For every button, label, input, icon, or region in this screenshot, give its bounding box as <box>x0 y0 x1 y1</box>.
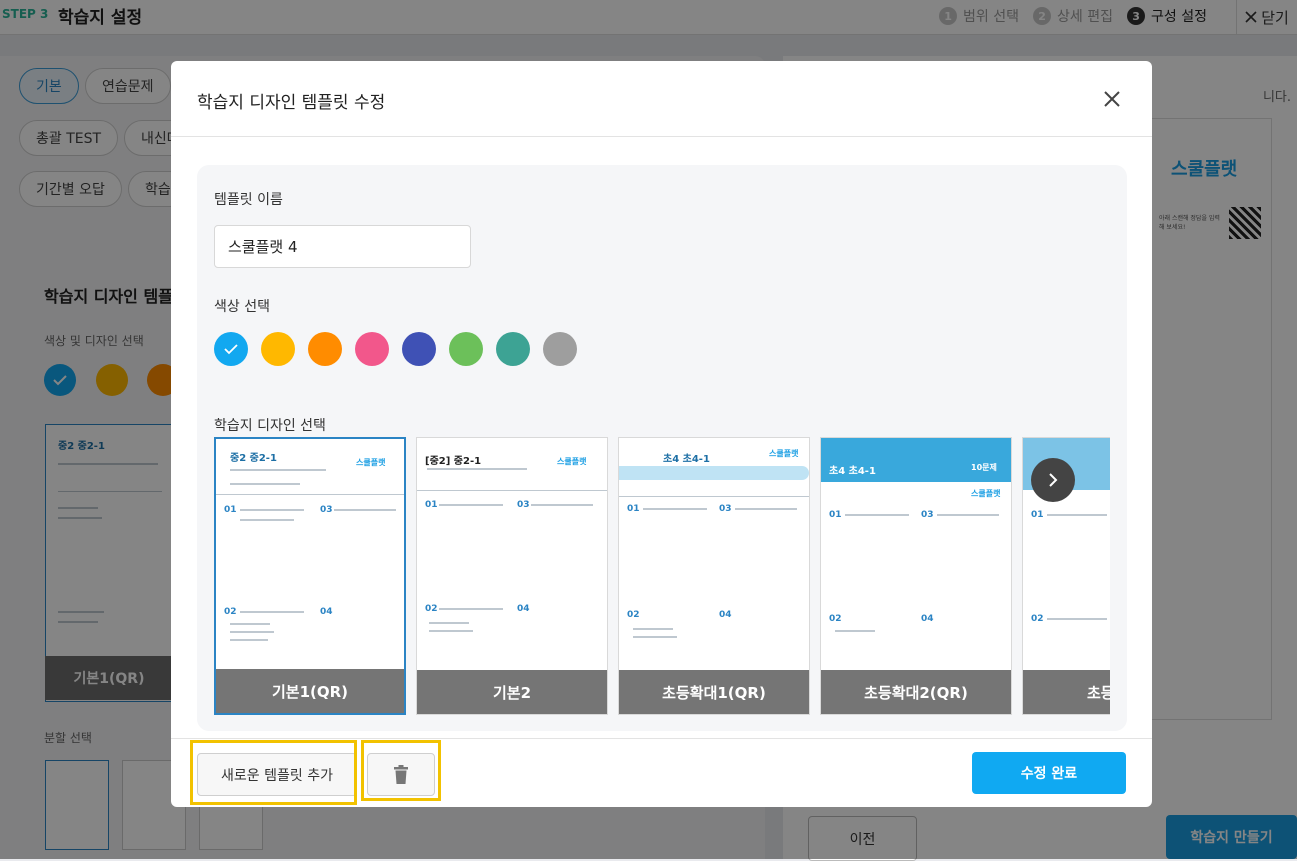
template-heading: 초4 초4-1 <box>663 454 710 465</box>
question-number: 01 <box>627 504 640 514</box>
template-name-label: 템플릿 이름 <box>214 192 283 208</box>
template-card-basic1-qr[interactable]: 중2 중2-1 스쿨플랫 01 03 02 04 기본1(QR) <box>214 437 406 715</box>
color-option-green[interactable] <box>449 332 483 366</box>
modal-body: 템플릿 이름 색상 선택 학습지 디자인 선택 중2 중2-1 스쿨플랫 01 … <box>197 165 1127 731</box>
question-number: 02 <box>829 614 842 624</box>
carousel-next-button[interactable] <box>1031 458 1075 502</box>
modal-header-divider <box>171 136 1152 137</box>
question-number: 02 <box>627 610 640 620</box>
modal-title: 학습지 디자인 템플릿 수정 <box>197 93 386 113</box>
color-option-yellow[interactable] <box>261 332 295 366</box>
color-option-blue[interactable] <box>214 332 248 366</box>
question-number: 03 <box>517 500 530 510</box>
question-number: 04 <box>719 610 732 620</box>
modal-close-button[interactable] <box>1100 87 1124 111</box>
question-number: 04 <box>517 604 530 614</box>
color-select-label: 색상 선택 <box>214 299 270 315</box>
template-label: 기본1(QR) <box>216 669 404 713</box>
brand-logo: 스쿨플랫 <box>356 458 386 467</box>
question-number: 01 <box>1031 510 1044 520</box>
template-edit-modal: 학습지 디자인 템플릿 수정 템플릿 이름 색상 선택 학습지 디자인 선택 중… <box>171 61 1152 807</box>
question-number: 04 <box>320 607 333 617</box>
question-number: 01 <box>425 500 438 510</box>
question-count-badge: 10문제 <box>971 463 997 472</box>
chevron-right-icon <box>1049 473 1058 487</box>
edit-complete-button[interactable]: 수정 완료 <box>972 752 1126 794</box>
brand-logo: 스쿨플랫 <box>971 489 1001 498</box>
question-number: 02 <box>224 607 237 617</box>
color-option-teal[interactable] <box>496 332 530 366</box>
color-option-orange[interactable] <box>308 332 342 366</box>
template-card-elem1-qr[interactable]: 초4 초4-1 스쿨플랫 01 03 02 04 초등확대1(QR) <box>618 437 810 715</box>
question-number: 03 <box>320 505 333 515</box>
color-option-gray[interactable] <box>543 332 577 366</box>
template-label: 초등확대2(QR) <box>821 670 1011 714</box>
template-card-elem2-qr[interactable]: 초4 초4-1 10문제 스쿨플랫 01 03 02 04 초등확대2(QR) <box>820 437 1012 715</box>
question-number: 02 <box>425 604 438 614</box>
template-heading: [중2] 중2-1 <box>425 456 482 467</box>
template-label: 초등 <box>1023 670 1110 714</box>
question-number: 04 <box>921 614 934 624</box>
brand-logo: 스쿨플랫 <box>769 449 799 458</box>
highlight-delete-template <box>361 740 441 801</box>
modal-footer-divider <box>171 738 1152 739</box>
template-carousel: 중2 중2-1 스쿨플랫 01 03 02 04 기본1(QR) [중2] 중2… <box>214 437 1110 715</box>
question-number: 02 <box>1031 614 1044 624</box>
color-option-indigo[interactable] <box>402 332 436 366</box>
template-heading: 초4 초4-1 <box>829 466 876 477</box>
question-number: 03 <box>921 510 934 520</box>
template-heading: 중2 중2-1 <box>230 453 277 464</box>
question-number: 01 <box>224 505 237 515</box>
elem-banner <box>619 466 809 480</box>
brand-logo: 스쿨플랫 <box>557 457 587 466</box>
question-number: 01 <box>829 510 842 520</box>
check-icon <box>224 344 238 355</box>
template-name-input[interactable] <box>214 225 471 268</box>
design-select-label: 학습지 디자인 선택 <box>214 418 326 434</box>
close-icon <box>1104 91 1120 107</box>
color-option-pink[interactable] <box>355 332 389 366</box>
template-card-basic2[interactable]: [중2] 중2-1 스쿨플랫 01 03 02 04 기본2 <box>416 437 608 715</box>
highlight-add-template <box>190 740 357 805</box>
template-label: 기본2 <box>417 670 607 714</box>
question-number: 03 <box>719 504 732 514</box>
template-label: 초등확대1(QR) <box>619 670 809 714</box>
